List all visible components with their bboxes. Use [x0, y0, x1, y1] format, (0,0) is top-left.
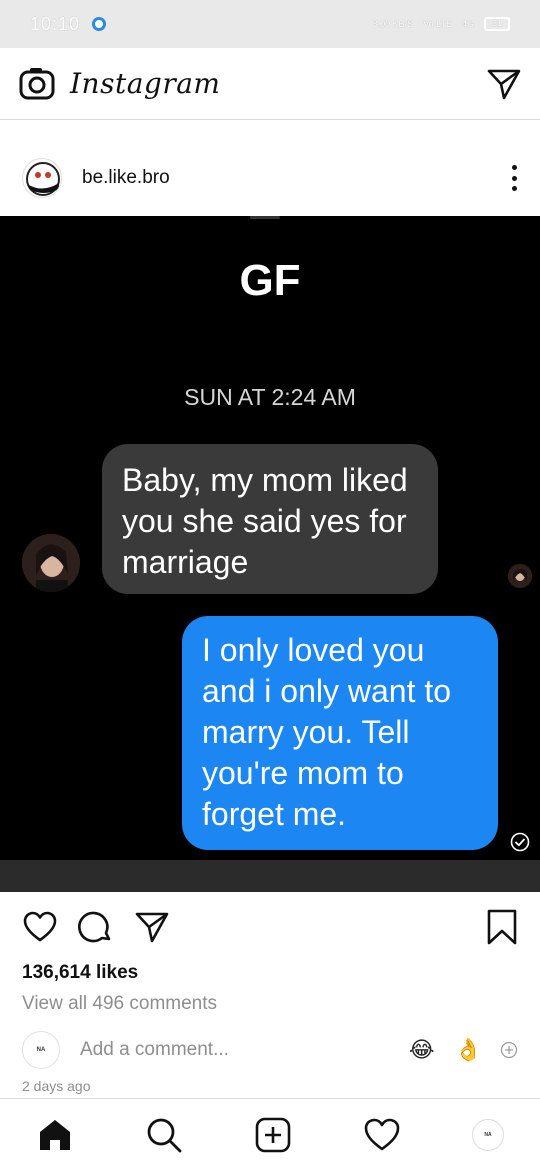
current-user-avatar: NA	[22, 1031, 60, 1069]
volte-indicator: Vo LTE	[423, 18, 452, 29]
laughing-emoji-button[interactable]: 😂	[409, 1037, 435, 1063]
vertical-ellipsis-icon[interactable]	[510, 165, 518, 191]
seen-indicator-avatar	[508, 564, 532, 588]
comment-icon[interactable]	[78, 909, 114, 945]
status-indicators: 3.00 KB/S Vo LTE 4G 31	[373, 17, 510, 31]
author-avatar-graphic	[26, 162, 60, 196]
bottom-navigation: NA	[0, 1098, 540, 1170]
activity-heart-icon[interactable]	[363, 1116, 401, 1154]
network-speed: 3.00 KB/S	[372, 18, 414, 29]
heart-icon[interactable]	[22, 909, 58, 945]
battery-icon: 31	[484, 17, 510, 31]
contact-photo	[22, 534, 80, 592]
image-bottom-strip	[0, 860, 540, 892]
paper-plane-icon[interactable]	[486, 66, 522, 102]
add-post-icon[interactable]	[254, 1116, 292, 1154]
contact-avatar	[22, 534, 80, 592]
app-logo: Instagram	[70, 67, 221, 100]
bookmark-icon[interactable]	[486, 908, 518, 946]
post-header: be.like.bro	[0, 140, 540, 216]
plus-circle-icon[interactable]	[500, 1041, 518, 1059]
search-icon[interactable]	[145, 1116, 183, 1154]
app-bar: Instagram	[0, 48, 540, 120]
post-date: 2 days ago	[22, 1078, 91, 1094]
post-actions	[0, 892, 540, 962]
signal-indicator: 4G	[461, 18, 474, 29]
home-icon[interactable]	[36, 1116, 74, 1154]
seen-photo	[508, 564, 532, 588]
ok-hand-emoji-button[interactable]: 👌	[455, 1037, 482, 1063]
likes-count[interactable]: 136,614 likes	[22, 962, 138, 984]
chat-contact-name: GF	[239, 256, 301, 305]
post-image[interactable]: GF SUN AT 2:24 AM Baby, my mom liked you…	[0, 216, 540, 892]
notification-dot-icon	[92, 17, 107, 31]
status-time: 10:10	[30, 13, 81, 34]
profile-avatar[interactable]: NA	[472, 1118, 504, 1151]
status-bar: 10:10 3.00 KB/S Vo LTE 4G 31	[0, 0, 540, 48]
add-comment-row: NA Add a comment... 😂 👌	[0, 1028, 540, 1072]
camera-icon[interactable]	[18, 65, 56, 103]
author-avatar[interactable]	[22, 158, 62, 198]
outgoing-message-bubble: I only loved you and i only want to marr…	[182, 616, 498, 850]
view-all-comments-link[interactable]: View all 496 comments	[22, 993, 217, 1015]
incoming-message-bubble: Baby, my mom liked you she said yes for …	[102, 444, 438, 594]
author-username[interactable]: be.like.bro	[82, 167, 170, 189]
chat-timestamp: SUN AT 2:24 AM	[184, 384, 356, 410]
add-comment-input[interactable]: Add a comment...	[80, 1039, 229, 1061]
delivered-check-icon	[510, 832, 530, 852]
image-top-mark	[250, 216, 280, 219]
share-icon[interactable]	[134, 909, 170, 945]
